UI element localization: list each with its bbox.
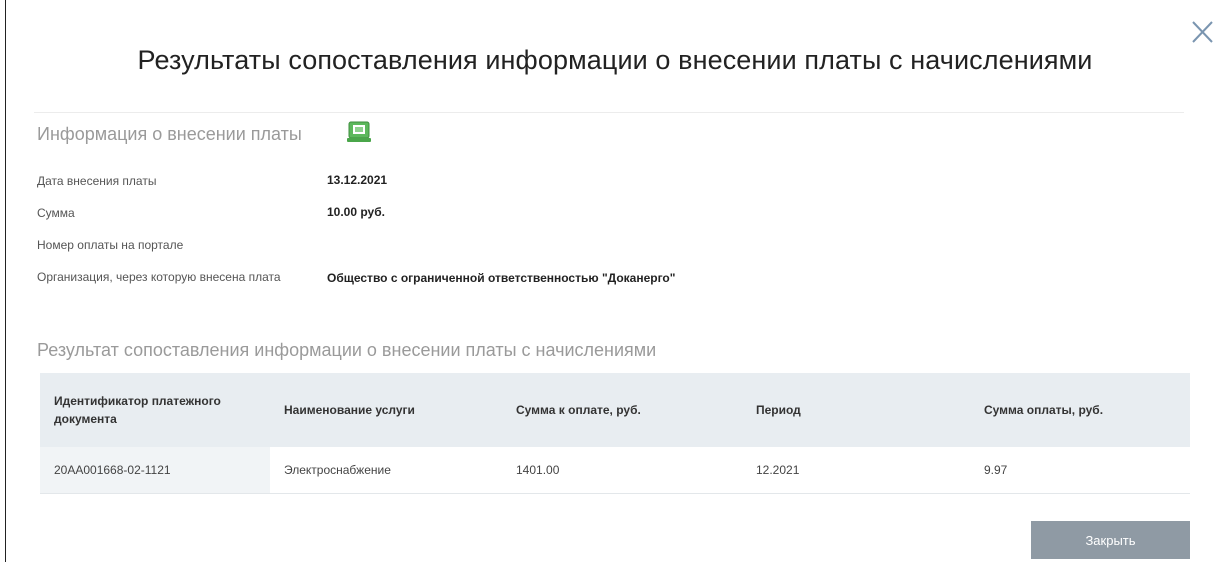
cell-document-id: 20АА001668-02-1121 [40, 447, 270, 494]
organization-label: Организация, через которую внесена плата [37, 270, 281, 284]
table-row: 20АА001668-02-1121 Электроснабжение 1401… [40, 447, 1190, 494]
column-header-document-id: Идентификатор платежного документа [40, 373, 270, 447]
window-edge [5, 0, 6, 562]
dialog-title: Результаты сопоставления информации о вн… [137, 45, 1093, 75]
table-header-row: Идентификатор платежного документа Наиме… [40, 373, 1190, 447]
close-button[interactable]: Закрыть [1031, 521, 1190, 559]
payment-date-value: 13.12.2021 [327, 173, 388, 187]
cell-period: 12.2021 [742, 447, 970, 494]
organization-value: Общество с ограниченной ответственностью… [327, 271, 676, 285]
amount-value: 10.00 руб. [327, 205, 385, 219]
portal-payment-number-label: Номер оплаты на портале [37, 238, 184, 252]
column-header-period: Период [742, 373, 970, 447]
column-header-amount-due: Сумма к оплате, руб. [502, 373, 742, 447]
excel-export-icon[interactable] [346, 119, 372, 145]
payment-info-heading: Информация о внесении платы [37, 124, 302, 144]
matching-result-heading: Результат сопоставления информации о вне… [37, 340, 657, 360]
cell-service-name: Электроснабжение [270, 447, 502, 494]
column-header-service-name: Наименование услуги [270, 373, 502, 447]
close-icon[interactable] [1190, 18, 1214, 46]
payment-date-label: Дата внесения платы [37, 174, 157, 188]
matching-table: Идентификатор платежного документа Наиме… [40, 373, 1190, 494]
title-divider [34, 112, 1184, 113]
cell-amount-due: 1401.00 [502, 447, 742, 494]
cell-amount-paid: 9.97 [970, 447, 1190, 494]
amount-label: Сумма [37, 206, 75, 220]
column-header-amount-paid: Сумма оплаты, руб. [970, 373, 1190, 447]
